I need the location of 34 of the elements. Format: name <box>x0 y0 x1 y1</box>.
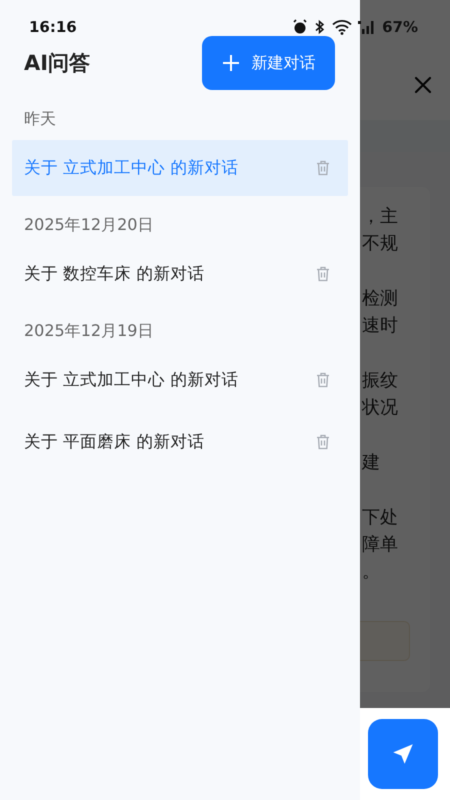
wifi-icon <box>332 19 352 35</box>
plus-icon <box>222 54 240 72</box>
alarm-icon <box>292 19 308 35</box>
chat-item[interactable]: 关于 平面磨床 的新对话 <box>12 414 348 470</box>
chat-title: 关于 立式加工中心 的新对话 <box>24 157 238 179</box>
trash-icon[interactable] <box>316 372 330 388</box>
date-label: 昨天 <box>23 108 57 130</box>
trash-icon[interactable] <box>316 434 330 450</box>
drawer-title: AI问答 <box>24 50 90 77</box>
answer-text: 障单 <box>362 533 399 557</box>
new-chat-button[interactable]: 新建对话 <box>202 36 335 90</box>
close-icon[interactable] <box>414 76 432 94</box>
answer-text: 不规 <box>362 232 399 256</box>
trash-icon[interactable] <box>316 160 330 176</box>
answer-text: 检测 <box>362 287 399 311</box>
answer-text: 下处 <box>362 506 399 530</box>
answer-text: 状况 <box>362 396 399 420</box>
answer-text: 建 <box>362 451 381 475</box>
answer-text: 振纹 <box>362 369 399 393</box>
chat-title: 关于 立式加工中心 的新对话 <box>24 369 238 391</box>
trash-icon[interactable] <box>316 266 330 282</box>
date-label: 2025年12月20日 <box>23 214 154 236</box>
status-time: 16:16 <box>29 18 77 36</box>
answer-text: ，主 <box>362 205 399 229</box>
chat-item[interactable]: 关于 立式加工中心 的新对话 <box>12 352 348 408</box>
chat-title: 关于 数控车床 的新对话 <box>24 263 204 285</box>
chat-title: 关于 平面磨床 的新对话 <box>24 431 204 453</box>
chat-item[interactable]: 关于 数控车床 的新对话 <box>12 246 348 302</box>
send-button[interactable] <box>368 719 438 789</box>
date-label: 2025年12月19日 <box>23 320 154 342</box>
battery-level: 67% <box>382 18 418 36</box>
answer-text: 速时 <box>362 314 399 338</box>
answer-text: 。 <box>362 560 381 584</box>
chat-item[interactable]: 关于 立式加工中心 的新对话 <box>12 140 348 196</box>
